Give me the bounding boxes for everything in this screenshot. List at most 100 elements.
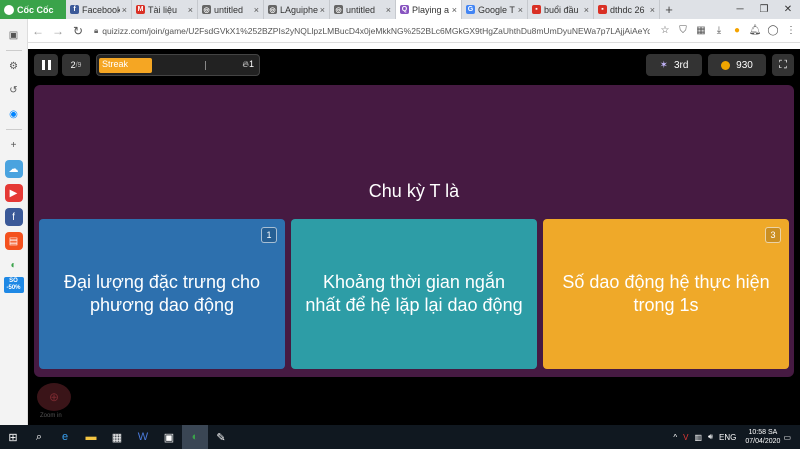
zoom-in-button[interactable]: ⊕ xyxy=(37,383,71,411)
ibox-icon[interactable]: ▣ xyxy=(156,425,182,449)
browser-tab-bar: Cốc Cốc f Facebook × M Tài liệu × ◎ untitled × ◎ L… xyxy=(0,0,800,19)
settings-gear-icon[interactable]: ⚙ xyxy=(5,57,23,75)
antivirus-icon[interactable]: V xyxy=(683,433,688,442)
fullscreen-button[interactable]: ⛶ xyxy=(772,54,794,76)
close-window-button[interactable]: ✕ xyxy=(776,4,800,15)
close-tab-icon[interactable]: × xyxy=(584,5,589,15)
question-text: Chu kỳ T là xyxy=(368,181,460,201)
close-tab-icon[interactable]: × xyxy=(254,5,259,15)
clock[interactable]: 10:58 SA 07/04/2020 xyxy=(745,428,780,446)
system-tray: ^ V ▥ 🔊︎ ENG 10:58 SA 07/04/2020 ▭ xyxy=(670,425,794,449)
clock-date: 07/04/2020 xyxy=(745,438,781,445)
shopping-icon[interactable]: ▤ xyxy=(4,232,23,250)
forward-arrow-icon[interactable]: → xyxy=(48,24,68,38)
coccoc-extension-icon[interactable]: ● xyxy=(728,25,746,36)
streak-label: Streak xyxy=(102,59,129,69)
rank-value: 3rd xyxy=(673,59,689,71)
globe-icon: ◎ xyxy=(268,5,277,14)
url-field[interactable]: 🔒︎ quizizz.com/join/game/U2FsdGVkX1%252B… xyxy=(94,22,650,40)
close-tab-icon[interactable]: × xyxy=(518,5,523,15)
coccoc-icon[interactable]: ◐ xyxy=(5,256,23,274)
address-bar: ← → ↻ 🔒︎ quizizz.com/join/game/U2FsdGVkX… xyxy=(28,19,800,43)
facebook-icon[interactable]: f xyxy=(4,208,23,226)
tab-label: Tài liệu xyxy=(148,4,178,15)
menu-icon[interactable]: ⋮ xyxy=(782,25,800,36)
word-icon[interactable]: W xyxy=(130,425,156,449)
edge-icon[interactable]: e xyxy=(52,425,78,449)
streak-count: 🔥︎1 xyxy=(242,59,254,69)
account-icon[interactable]: ◯ xyxy=(764,25,782,36)
messenger-icon[interactable]: ◉ xyxy=(5,105,23,123)
coccoc-taskbar-icon[interactable]: ◐ xyxy=(182,425,208,449)
browser-tab[interactable]: f Facebook × xyxy=(66,0,132,19)
option-text: Số dao động hệ thực hiện trong 1s xyxy=(562,272,770,315)
windows-taskbar: ⊞ ⌕ e ▬ ▦ W ▣ ◐ ✎ ^ V ▥ 🔊︎ ENG 10:58 SA … xyxy=(0,425,800,449)
tab-label: dthdc 26 xyxy=(610,4,645,15)
browser-tab[interactable]: ◎ LAguiphe × xyxy=(264,0,330,19)
browser-tab[interactable]: ◎ untitled × xyxy=(330,0,396,19)
reload-icon[interactable]: ↻ xyxy=(68,24,88,38)
globe-icon: ◎ xyxy=(334,5,343,14)
medal-icon: ✶ xyxy=(659,59,668,71)
back-arrow-icon[interactable]: ← xyxy=(28,24,48,38)
answer-option-1[interactable]: 1 Đại lượng đặc trưng cho phương dao độn… xyxy=(39,219,285,369)
clock-time: 10:58 SA xyxy=(748,429,778,436)
paint-icon[interactable]: ✎ xyxy=(208,425,234,449)
weather-icon[interactable]: ☁ xyxy=(4,160,23,178)
answer-option-2[interactable]: Khoảng thời gian ngắn nhất để hệ lặp lại… xyxy=(291,219,537,369)
doc-icon: ▪ xyxy=(598,5,607,14)
browser-tab[interactable]: ▪ dthdc 26 × xyxy=(594,0,660,19)
pause-icon xyxy=(41,60,45,70)
new-tab-button[interactable]: + xyxy=(660,2,678,17)
download-icon[interactable]: ⤓ xyxy=(710,25,728,36)
answer-option-3[interactable]: 3 Số dao động hệ thực hiện trong 1s xyxy=(543,219,789,369)
minimize-button[interactable]: ─ xyxy=(728,4,752,15)
notification-bell-icon[interactable]: 🔔︎ xyxy=(746,25,764,36)
url-text: quizizz.com/join/game/U2FsdGVkX1%252BZPI… xyxy=(102,25,650,36)
globe-icon: ◎ xyxy=(202,5,211,14)
file-explorer-icon[interactable]: ▬ xyxy=(78,425,104,449)
youtube-icon[interactable]: ▶ xyxy=(4,184,23,202)
browser-tab[interactable]: M Tài liệu × xyxy=(132,0,198,19)
close-tab-icon[interactable]: × xyxy=(386,5,391,15)
coin-icon xyxy=(721,60,731,70)
volume-icon[interactable]: 🔊︎ xyxy=(708,432,713,442)
bookmark-star-icon[interactable]: ☆ xyxy=(656,25,674,36)
extension-icon[interactable]: ▦ xyxy=(692,25,710,36)
top-strip xyxy=(28,43,800,49)
pause-button[interactable] xyxy=(34,54,58,76)
add-shortcut-icon[interactable]: + xyxy=(5,136,23,154)
windows-start-icon[interactable]: ⊞ xyxy=(0,425,26,449)
close-tab-icon[interactable]: × xyxy=(452,5,457,15)
browser-tab[interactable]: ▪ buổi đầu × xyxy=(528,0,594,19)
browser-tab[interactable]: Q Playing a × xyxy=(396,0,462,19)
tab-label: Playing a xyxy=(412,4,450,15)
search-icon[interactable]: ⌕ xyxy=(26,425,52,449)
close-tab-icon[interactable]: × xyxy=(188,5,193,15)
close-tab-icon[interactable]: × xyxy=(320,5,325,15)
language-indicator[interactable]: ENG xyxy=(719,433,736,442)
coccoc-brand[interactable]: Cốc Cốc xyxy=(0,0,66,19)
streak-bar: Streak 🔥︎1 xyxy=(96,54,260,76)
sidebar-toggle-icon[interactable]: ▣ xyxy=(5,26,23,44)
app-icon[interactable]: ▦ xyxy=(104,425,130,449)
sidebar-divider xyxy=(5,129,22,130)
tab-label: Facebook xyxy=(82,4,120,15)
network-icon[interactable]: ▥ xyxy=(694,433,702,442)
tab-label: LAguiphe xyxy=(280,4,318,15)
close-tab-icon[interactable]: × xyxy=(122,5,127,15)
option-number: 3 xyxy=(765,227,781,243)
chevron-up-icon[interactable]: ^ xyxy=(673,433,677,442)
maximize-button[interactable]: ❐ xyxy=(752,4,776,15)
browser-tab[interactable]: G Google T × xyxy=(462,0,528,19)
shield-icon[interactable]: ⛉ xyxy=(674,25,692,36)
history-icon[interactable]: ↺ xyxy=(5,81,23,99)
browser-tab[interactable]: ◎ untitled × xyxy=(198,0,264,19)
tab-label: Google T xyxy=(478,4,515,15)
window-controls: ─ ❐ ✕ xyxy=(728,0,800,19)
notification-icon[interactable]: ▭ xyxy=(783,433,791,442)
close-tab-icon[interactable]: × xyxy=(650,5,655,15)
sale-badge-icon[interactable]: SỐ -50% xyxy=(3,277,24,293)
option-number: 1 xyxy=(261,227,277,243)
option-text: Khoảng thời gian ngắn nhất để hệ lặp lại… xyxy=(305,272,523,315)
